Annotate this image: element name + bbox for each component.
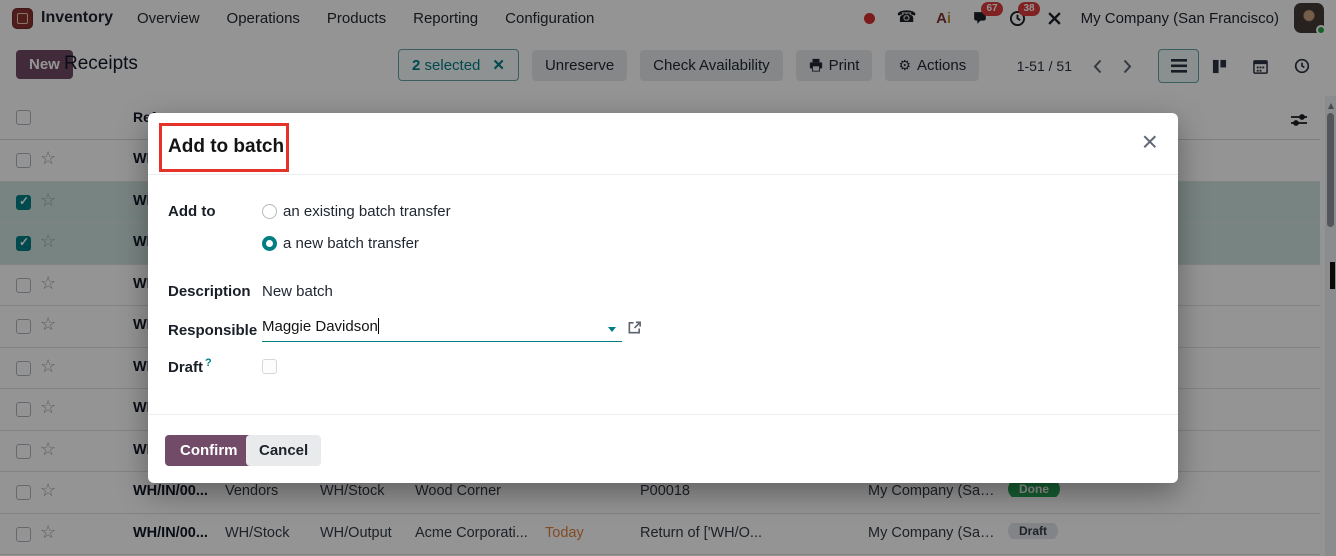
close-icon[interactable]: × (1142, 128, 1158, 156)
description-field[interactable]: New batch (262, 283, 333, 300)
add-to-batch-dialog: Add to batch × Add to an existing batch … (148, 113, 1178, 483)
radio-new-batch-label[interactable]: a new batch transfer (283, 235, 419, 252)
cancel-button[interactable]: Cancel (246, 435, 321, 466)
external-link-icon[interactable] (627, 320, 642, 335)
mouse-cursor (1330, 262, 1335, 289)
draft-checkbox[interactable] (262, 359, 277, 374)
responsible-value: Maggie Davidson (262, 318, 378, 335)
responsible-input[interactable]: Maggie Davidson (262, 318, 622, 342)
radio-existing-batch[interactable] (262, 204, 277, 219)
header-divider (148, 174, 1178, 175)
dialog-title: Add to batch (168, 136, 284, 158)
footer-divider (148, 414, 1178, 415)
radio-new-batch[interactable] (262, 236, 277, 251)
responsible-label: Responsible (168, 322, 257, 339)
add-to-label: Add to (168, 203, 215, 220)
description-label: Description (168, 283, 251, 300)
draft-help-icon[interactable]: ? (205, 357, 212, 369)
confirm-button[interactable]: Confirm (165, 435, 253, 466)
text-cursor (378, 318, 379, 334)
draft-label: Draft? (168, 357, 212, 376)
radio-existing-batch-label[interactable]: an existing batch transfer (283, 203, 451, 220)
dropdown-caret-icon[interactable] (608, 327, 616, 332)
